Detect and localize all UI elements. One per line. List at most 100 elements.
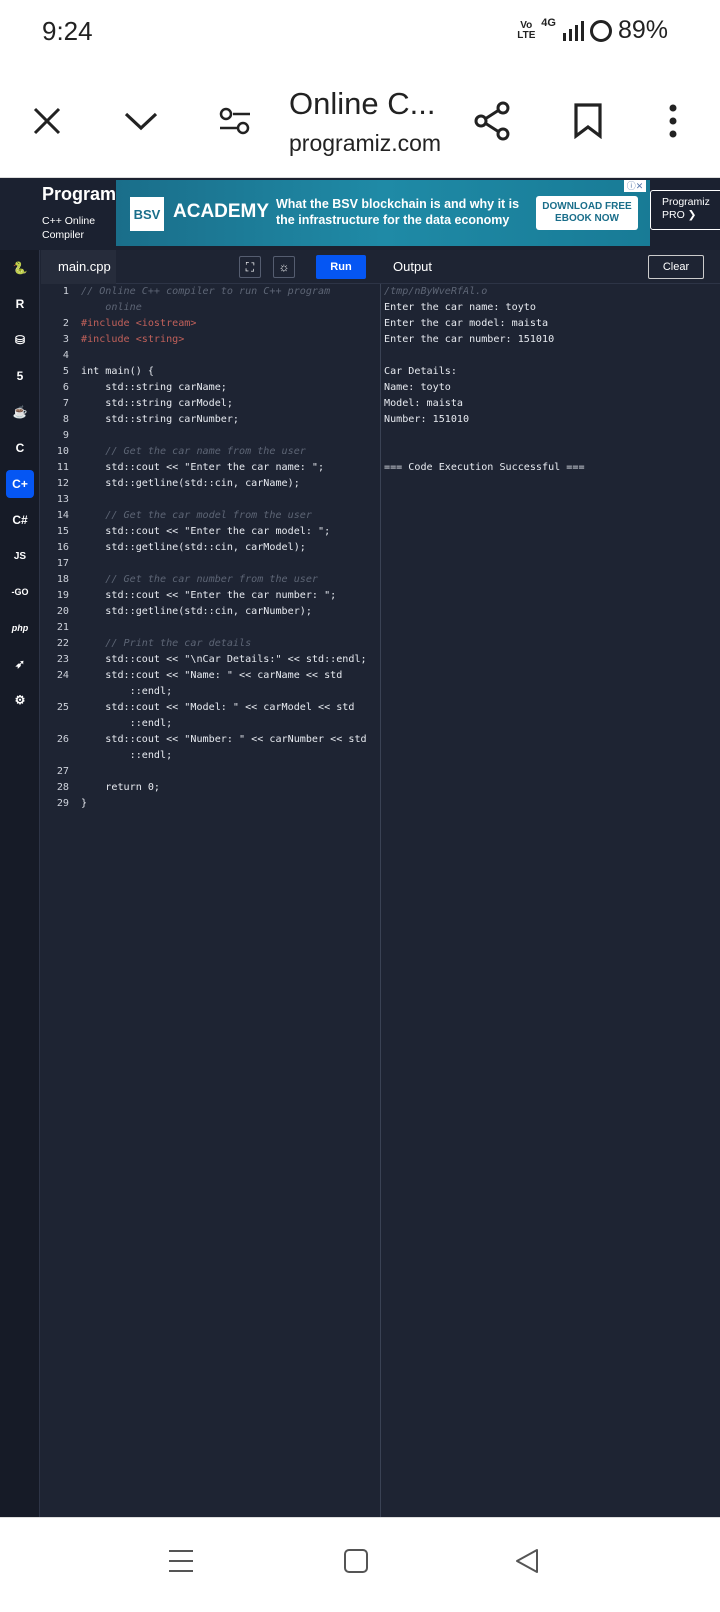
code-text: std::getline(std::cin, carNumber); xyxy=(81,606,312,617)
code-text: std::getline(std::cin, carName); xyxy=(81,478,300,489)
language-sidebar: 🐍 R ⛁ 5 ☕ C C+ C# JS -GO php ➶ ⚙ xyxy=(0,250,40,1517)
programiz-pro-button[interactable]: Programiz PRO ❯ xyxy=(650,190,720,230)
code-line[interactable]: 23 std::cout << "\nCar Details:" << std:… xyxy=(41,652,380,668)
code-line[interactable]: 20 std::getline(std::cin, carNumber); xyxy=(41,604,380,620)
code-text: // Print the car details xyxy=(81,638,252,649)
html-icon[interactable]: 5 xyxy=(6,362,34,390)
page-url[interactable]: programiz.com xyxy=(289,130,449,157)
code-line[interactable]: 16 std::getline(std::cin, carModel); xyxy=(41,540,380,556)
clear-button[interactable]: Clear xyxy=(648,255,704,279)
code-line[interactable]: 3 #include <string> xyxy=(41,332,380,348)
code-line[interactable]: 9 xyxy=(41,428,380,444)
r-icon[interactable]: R xyxy=(6,290,34,318)
run-button[interactable]: Run xyxy=(316,255,366,279)
code-line[interactable]: 6 std::string carName; xyxy=(41,380,380,396)
sql-icon[interactable]: ⛁ xyxy=(6,326,34,354)
code-text: #include <string> xyxy=(81,334,185,345)
code-line[interactable]: 18 // Get the car number from the user xyxy=(41,572,380,588)
editor-toolbar: main.cpp ⛶ ☼ Run xyxy=(41,250,380,284)
code-line[interactable]: 21 xyxy=(41,620,380,636)
code-line[interactable]: 15 std::cout << "Enter the car model: "; xyxy=(41,524,380,540)
code-line[interactable]: 2 #include <iostream> xyxy=(41,316,380,332)
share-icon[interactable] xyxy=(467,96,517,146)
file-tab[interactable]: main.cpp xyxy=(41,250,116,284)
c-icon[interactable]: C xyxy=(6,434,34,462)
code-line[interactable]: 24 std::cout << "Name: " << carName << s… xyxy=(41,668,380,684)
csharp-icon[interactable]: C# xyxy=(6,506,34,534)
recent-apps-icon[interactable] xyxy=(168,1548,194,1574)
ad-banner[interactable]: BSV ACADEMY What the BSV blockchain is a… xyxy=(116,180,650,246)
code-text: std::string carModel; xyxy=(81,398,233,409)
code-line[interactable]: 8 std::string carNumber; xyxy=(41,412,380,428)
code-text: ::endl; xyxy=(81,718,173,729)
pane-divider[interactable] xyxy=(380,284,381,1517)
code-line[interactable]: 13 xyxy=(41,492,380,508)
js-icon[interactable]: JS xyxy=(6,542,34,570)
page-title[interactable]: Online C... xyxy=(289,86,435,122)
line-number: 4 xyxy=(62,350,69,361)
theme-toggle-icon[interactable]: ☼ xyxy=(273,256,295,278)
line-number: 7 xyxy=(62,398,69,409)
code-text: std::cout << "Number: " << carNumber << … xyxy=(81,734,367,745)
code-line[interactable]: ::endl; xyxy=(41,684,380,700)
output-line: Name: toyto xyxy=(384,382,451,393)
code-line[interactable]: 5 int main() { xyxy=(41,364,380,380)
line-number: 10 xyxy=(56,446,69,457)
browser-toolbar: Online C... programiz.com xyxy=(0,66,720,178)
home-icon[interactable] xyxy=(343,1548,369,1574)
code-line[interactable]: 11 std::cout << "Enter the car name: "; xyxy=(41,460,380,476)
output-console: /tmp/nByWveRfAl.o Enter the car name: toy… xyxy=(384,284,720,476)
line-number: 1 xyxy=(62,286,69,297)
code-line[interactable]: 22 // Print the car details xyxy=(41,636,380,652)
cpp-icon[interactable]: C+ xyxy=(6,470,34,498)
code-line[interactable]: 7 std::string carModel; xyxy=(41,396,380,412)
line-number: 16 xyxy=(56,542,69,553)
close-icon[interactable] xyxy=(22,96,72,146)
code-line[interactable]: online xyxy=(41,300,380,316)
settings-sliders-icon[interactable] xyxy=(210,96,260,146)
swift-icon[interactable]: ➶ xyxy=(6,650,34,678)
java-icon[interactable]: ☕ xyxy=(6,398,34,426)
code-text: // Get the car name from the user xyxy=(81,446,306,457)
battery-icon xyxy=(589,19,612,42)
line-number: 6 xyxy=(62,382,69,393)
line-number: 25 xyxy=(56,702,69,713)
code-line[interactable]: 28 return 0; xyxy=(41,780,380,796)
code-line[interactable]: ::endl; xyxy=(41,748,380,764)
code-line[interactable]: 14 // Get the car model from the user xyxy=(41,508,380,524)
ad-download-button[interactable]: DOWNLOAD FREE EBOOK NOW xyxy=(536,196,638,230)
code-line[interactable]: 25 std::cout << "Model: " << carModel <<… xyxy=(41,700,380,716)
adchoices-icon[interactable]: ⓘ✕ xyxy=(624,180,646,192)
code-line[interactable]: ::endl; xyxy=(41,716,380,732)
chevron-down-icon[interactable] xyxy=(116,96,166,146)
output-line: === Code Execution Successful === xyxy=(384,462,585,473)
output-line: Enter the car model: maista xyxy=(384,318,549,329)
network-type-label: 4G xyxy=(541,16,556,29)
workspace: 🐍 R ⛁ 5 ☕ C C+ C# JS -GO php ➶ ⚙ main.cp… xyxy=(0,250,720,1517)
code-text: std::cout << "\nCar Details:" << std::en… xyxy=(81,654,367,665)
site-header: Programiz C++ Online Compiler BSV ACADEMY… xyxy=(0,178,720,250)
line-number: 29 xyxy=(56,798,69,809)
back-icon[interactable] xyxy=(514,1548,540,1574)
rust-icon[interactable]: ⚙ xyxy=(6,686,34,714)
code-line[interactable]: 12 std::getline(std::cin, carName); xyxy=(41,476,380,492)
code-editor[interactable]: 1 // Online C++ compiler to run C++ progr… xyxy=(41,284,380,812)
python-icon[interactable]: 🐍 xyxy=(6,254,34,282)
code-line[interactable]: 27 xyxy=(41,764,380,780)
line-number: 2 xyxy=(62,318,69,329)
more-vert-icon[interactable] xyxy=(648,96,698,146)
php-icon[interactable]: php xyxy=(6,614,34,642)
code-line[interactable]: 1 // Online C++ compiler to run C++ progr… xyxy=(41,284,380,300)
code-line[interactable]: 4 xyxy=(41,348,380,364)
code-line[interactable]: 29} xyxy=(41,796,380,812)
code-line[interactable]: 26 std::cout << "Number: " << carNumber … xyxy=(41,732,380,748)
code-line[interactable]: 19 std::cout << "Enter the car number: "… xyxy=(41,588,380,604)
output-title: Output xyxy=(393,259,433,274)
code-line[interactable]: 10 // Get the car name from the user xyxy=(41,444,380,460)
go-icon[interactable]: -GO xyxy=(6,578,34,606)
code-line[interactable]: 17 xyxy=(41,556,380,572)
bookmark-icon[interactable] xyxy=(563,96,613,146)
fullscreen-icon[interactable]: ⛶ xyxy=(239,256,261,278)
